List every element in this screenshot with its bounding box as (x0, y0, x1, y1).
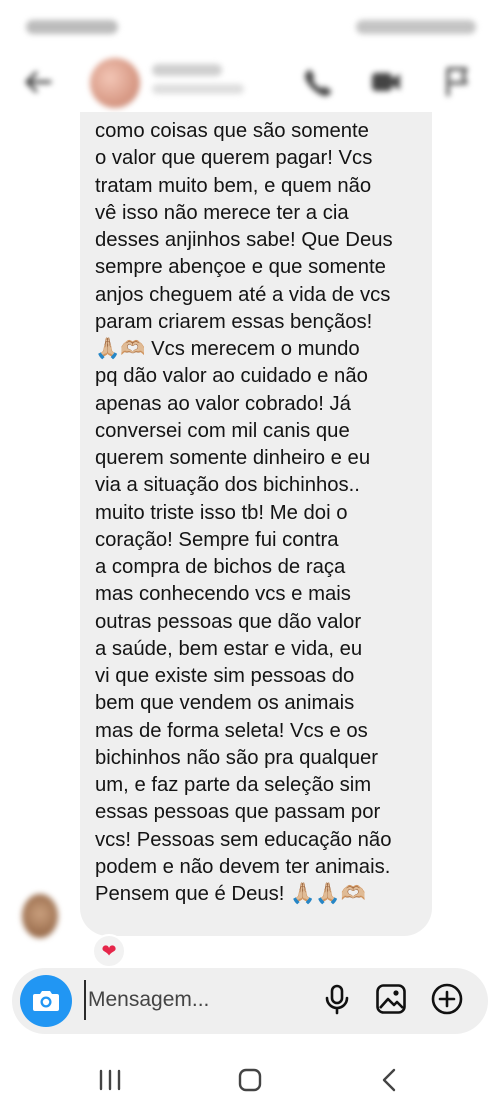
flag-icon[interactable] (440, 64, 476, 100)
message-line: o valor que querem pagar! Vcs (95, 147, 373, 170)
message-line: param criarem essas bençãos! (95, 310, 373, 333)
microphone-icon[interactable] (320, 982, 354, 1016)
status-time (26, 20, 118, 34)
message-line: vê isso não merece ter a cia (95, 201, 349, 224)
back-icon[interactable] (372, 1062, 408, 1098)
contact-avatar[interactable] (90, 58, 140, 108)
plus-circle-icon[interactable] (430, 982, 464, 1016)
back-arrow-icon[interactable] (22, 66, 54, 98)
message-line: vi que existe sim pessoas do (95, 665, 355, 687)
message-line: desses anjinhos sabe! Que Deus (95, 229, 393, 251)
message-line: tratam muito bem, e quem não (95, 174, 372, 197)
message-line: vcs! Pessoas sem educação não (95, 828, 392, 851)
message-line: como coisas que são somente (95, 120, 369, 142)
message-line: bichinhos não são pra qualquer (95, 746, 379, 769)
gallery-icon[interactable] (374, 982, 408, 1016)
message-line: podem e não devem ter animais. (95, 855, 391, 878)
contact-status (152, 84, 244, 94)
message-line: essas pessoas que passam por (95, 801, 381, 824)
message-line: via a situação dos bichinhos.. (95, 474, 360, 497)
contact-name[interactable] (152, 64, 222, 76)
message-line: muito triste isso tb! Me doi o (95, 501, 348, 524)
message-line: anjos cheguem até a vida de vcs (95, 283, 391, 306)
heart-reaction-icon[interactable]: ❤ (92, 934, 126, 968)
message-line: mas conhecendo vcs e mais (95, 583, 351, 606)
recent-apps-icon[interactable] (92, 1062, 128, 1098)
message-line: bem que vendem os animais (95, 692, 355, 715)
status-bar (0, 0, 500, 56)
sender-avatar[interactable] (22, 894, 58, 938)
message-line: pq dão valor ao cuidado e não (95, 365, 368, 388)
message-line: querem somente dinheiro e eu (95, 447, 371, 469)
message-line: mas de forma seleta! Vcs e os (95, 719, 368, 742)
message-line: conversei com mil canis que (95, 419, 350, 442)
navigation-bar (0, 1050, 500, 1112)
message-text: como coisas que são somente o valor que … (95, 118, 425, 908)
message-input[interactable] (84, 980, 308, 1020)
chat-header (0, 52, 500, 116)
message-line: 🙏🏼🫶🏼 Vcs merecem o mundo (95, 338, 360, 360)
camera-icon (33, 991, 59, 1011)
video-call-icon[interactable] (368, 64, 404, 100)
message-line: coração! Sempre fui contra (95, 528, 339, 551)
message-line: sempre abençoe e que somente (95, 256, 386, 279)
phone-icon[interactable] (300, 64, 336, 100)
message-line: Pensem que é Deus! 🙏🏼🙏🏼🫶🏼 (95, 883, 366, 905)
message-line: outras pessoas que dão valor (95, 610, 362, 633)
status-indicators (356, 20, 476, 34)
home-icon[interactable] (232, 1062, 268, 1098)
message-line: apenas ao valor cobrado! Já (95, 392, 351, 415)
message-line: a compra de bichos de raça (95, 556, 346, 578)
camera-button[interactable] (20, 975, 72, 1027)
message-line: a saúde, bem estar e vida, eu (95, 637, 363, 660)
message-line: um, e faz parte da seleção sim (95, 774, 372, 796)
